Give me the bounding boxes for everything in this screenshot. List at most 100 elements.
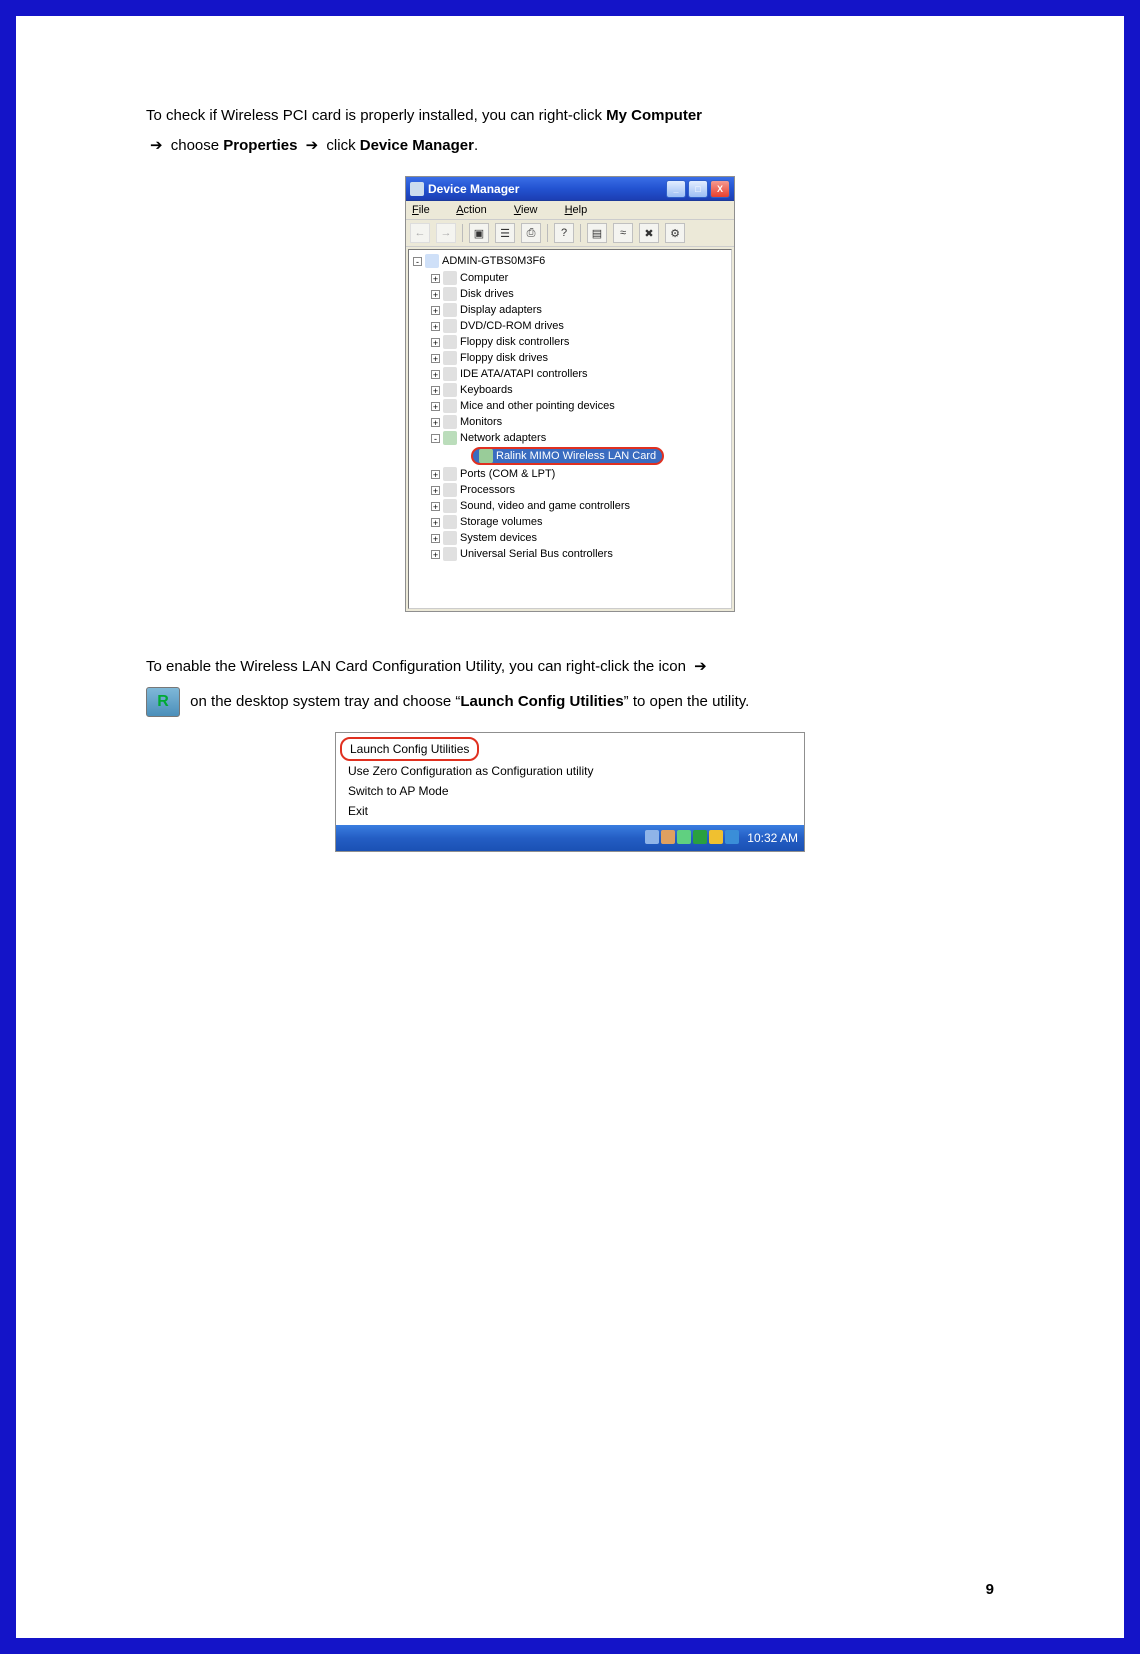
toolbar-btn-2[interactable]: ☰ bbox=[495, 223, 515, 243]
device-category-icon bbox=[443, 271, 457, 285]
text: ” to open the utility. bbox=[624, 693, 750, 710]
expand-icon[interactable]: + bbox=[431, 370, 440, 379]
toolbar-btn-6[interactable]: ≈ bbox=[613, 223, 633, 243]
node-label: Ports (COM & LPT) bbox=[460, 468, 555, 480]
tree-node[interactable]: +System devices bbox=[431, 530, 727, 546]
toolbar-btn-3[interactable]: ⎙ bbox=[521, 223, 541, 243]
back-button: ← bbox=[410, 223, 430, 243]
expand-icon[interactable]: + bbox=[431, 418, 440, 427]
tree-node[interactable]: + Monitors bbox=[431, 414, 727, 430]
tree-node[interactable]: + Ports (COM & LPT) bbox=[431, 466, 727, 482]
instruction-paragraph-2b: on the desktop system tray and choose “L… bbox=[146, 687, 994, 717]
menu-view[interactable]: View bbox=[514, 204, 550, 216]
tree-node[interactable]: +Computer bbox=[431, 270, 727, 286]
menubar: File Action View Help bbox=[406, 201, 734, 220]
expand-icon[interactable]: + bbox=[431, 470, 440, 479]
tree-child[interactable]: Ralink MIMO Wireless LAN Card bbox=[469, 446, 727, 466]
menu-help[interactable]: Help bbox=[565, 204, 600, 216]
toolbar-btn-5[interactable]: ▤ bbox=[587, 223, 607, 243]
menu-action[interactable]: Action bbox=[456, 204, 499, 216]
bold-device-manager: Device Manager bbox=[360, 137, 474, 154]
menu-item-exit[interactable]: Exit bbox=[340, 801, 800, 821]
expand-icon[interactable]: + bbox=[431, 550, 440, 559]
expand-icon[interactable]: + bbox=[431, 386, 440, 395]
device-tree[interactable]: - ADMIN-GTBS0M3F6 +Computer+Disk drives+… bbox=[408, 249, 732, 609]
device-category-icon bbox=[443, 515, 457, 529]
toolbar-btn-8[interactable]: ⚙ bbox=[665, 223, 685, 243]
device-category-icon bbox=[443, 467, 457, 481]
arrow-icon bbox=[146, 137, 167, 154]
tray-status-icon[interactable] bbox=[645, 830, 659, 844]
separator bbox=[462, 224, 463, 242]
expand-icon[interactable]: + bbox=[431, 290, 440, 299]
expand-icon[interactable]: + bbox=[431, 306, 440, 315]
menu-item-zero-config[interactable]: Use Zero Configuration as Configuration … bbox=[340, 761, 800, 781]
node-label: Mice and other pointing devices bbox=[460, 400, 615, 412]
close-button[interactable]: X bbox=[710, 180, 730, 198]
computer-icon bbox=[425, 254, 439, 268]
expand-icon[interactable]: + bbox=[431, 502, 440, 511]
expand-icon[interactable]: + bbox=[431, 338, 440, 347]
expand-icon[interactable]: + bbox=[431, 486, 440, 495]
text: elp bbox=[573, 204, 588, 216]
tray-status-icon[interactable] bbox=[661, 830, 675, 844]
tray-status-icon[interactable] bbox=[677, 830, 691, 844]
collapse-icon[interactable]: - bbox=[413, 257, 422, 266]
bold-properties: Properties bbox=[223, 137, 297, 154]
tree-node[interactable]: +Storage volumes bbox=[431, 514, 727, 530]
menu-item-ap-mode[interactable]: Switch to AP Mode bbox=[340, 781, 800, 801]
expand-icon[interactable]: + bbox=[431, 274, 440, 283]
expand-icon[interactable]: + bbox=[431, 518, 440, 527]
device-category-icon bbox=[443, 367, 457, 381]
text: iew bbox=[521, 204, 538, 216]
menu-item-launch[interactable]: Launch Config Utilities bbox=[340, 737, 479, 761]
text: To check if Wireless PCI card is properl… bbox=[146, 107, 606, 124]
highlighted-device[interactable]: Ralink MIMO Wireless LAN Card bbox=[471, 447, 664, 465]
node-label: Display adapters bbox=[460, 304, 542, 316]
menu-file[interactable]: File bbox=[412, 204, 442, 216]
toolbar-btn-1[interactable]: ▣ bbox=[469, 223, 489, 243]
page-number: 9 bbox=[986, 1581, 994, 1598]
tree-node[interactable]: + Mice and other pointing devices bbox=[431, 398, 727, 414]
tree-node[interactable]: +Disk drives bbox=[431, 286, 727, 302]
tree-node[interactable]: +DVD/CD-ROM drives bbox=[431, 318, 727, 334]
device-category-icon bbox=[443, 383, 457, 397]
tray-status-icon[interactable] bbox=[725, 830, 739, 844]
expand-icon[interactable]: + bbox=[431, 402, 440, 411]
device-category-icon bbox=[443, 547, 457, 561]
node-label: IDE ATA/ATAPI controllers bbox=[460, 368, 588, 380]
tree-node[interactable]: +Universal Serial Bus controllers bbox=[431, 546, 727, 562]
arrow-icon bbox=[302, 137, 323, 154]
window-title: Device Manager bbox=[428, 182, 666, 196]
maximize-button[interactable]: □ bbox=[688, 180, 708, 198]
expand-icon[interactable]: + bbox=[431, 354, 440, 363]
toolbar-btn-4[interactable]: ? bbox=[554, 223, 574, 243]
text: ction bbox=[464, 204, 487, 216]
tree-node[interactable]: + IDE ATA/ATAPI controllers bbox=[431, 366, 727, 382]
expand-icon[interactable]: + bbox=[431, 534, 440, 543]
network-card-icon bbox=[479, 449, 493, 463]
device-category-icon bbox=[443, 431, 457, 445]
root-label: ADMIN-GTBS0M3F6 bbox=[442, 255, 545, 267]
tree-node[interactable]: +Floppy disk drives bbox=[431, 350, 727, 366]
tray-status-icon[interactable] bbox=[693, 830, 707, 844]
context-menu: Launch Config Utilities Use Zero Configu… bbox=[336, 733, 804, 825]
tree-node[interactable]: -Network adapters bbox=[431, 430, 727, 446]
toolbar-btn-7[interactable]: ✖ bbox=[639, 223, 659, 243]
context-menu-screenshot: Launch Config Utilities Use Zero Configu… bbox=[335, 732, 805, 852]
tree-node[interactable]: + Display adapters bbox=[431, 302, 727, 318]
collapse-icon[interactable]: - bbox=[431, 434, 440, 443]
tree-node[interactable]: +Floppy disk controllers bbox=[431, 334, 727, 350]
minimize-button[interactable]: _ bbox=[666, 180, 686, 198]
tree-root[interactable]: - ADMIN-GTBS0M3F6 bbox=[413, 254, 727, 268]
bold-launch-config: Launch Config Utilities bbox=[460, 693, 623, 710]
node-label: Monitors bbox=[460, 416, 502, 428]
text: on the desktop system tray and choose “ bbox=[190, 693, 460, 710]
tree-node[interactable]: +Sound, video and game controllers bbox=[431, 498, 727, 514]
expand-icon[interactable]: + bbox=[431, 322, 440, 331]
tray-status-icon[interactable] bbox=[709, 830, 723, 844]
tree-node[interactable]: +Processors bbox=[431, 482, 727, 498]
tree-node[interactable]: +Keyboards bbox=[431, 382, 727, 398]
separator bbox=[580, 224, 581, 242]
titlebar[interactable]: Device Manager _ □ X bbox=[406, 177, 734, 201]
